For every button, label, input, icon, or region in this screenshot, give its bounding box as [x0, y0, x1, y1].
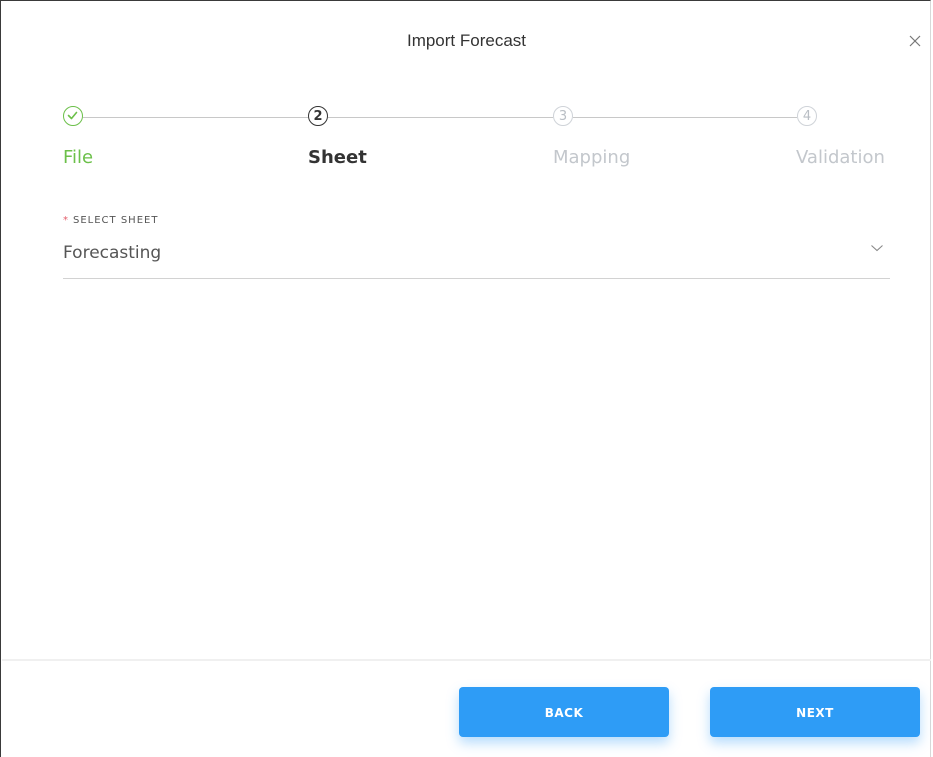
step-number-2: 2 — [308, 106, 328, 126]
step-label-file: File — [63, 147, 94, 168]
step-label-validation: Validation — [796, 147, 885, 168]
step-label-sheet: Sheet — [308, 147, 367, 168]
close-icon-glyph — [909, 35, 921, 47]
stepper-connector — [573, 117, 797, 118]
step-label-mapping: Mapping — [553, 147, 631, 168]
select-sheet-label: * SELECT SHEET — [63, 215, 890, 226]
select-sheet-label-text: SELECT SHEET — [73, 215, 159, 226]
select-sheet-value: Forecasting — [63, 243, 162, 263]
stepper: File 2 Sheet 3 Mapping 4 Validation — [63, 105, 890, 185]
import-forecast-dialog: Import Forecast File 2 Sheet 3 Mapping 4… — [0, 0, 931, 757]
step-number-4: 4 — [797, 106, 817, 126]
required-marker: * — [63, 215, 69, 226]
select-sheet-dropdown[interactable]: Forecasting — [63, 241, 890, 279]
stepper-connector — [328, 117, 553, 118]
footer-divider — [2, 659, 931, 661]
step-number-3: 3 — [553, 106, 573, 126]
select-sheet-field: * SELECT SHEET Forecasting — [63, 215, 890, 279]
chevron-down-icon[interactable] — [870, 243, 884, 253]
dialog-title: Import Forecast — [406, 31, 527, 50]
next-button[interactable]: NEXT — [710, 687, 920, 737]
check-icon — [63, 106, 83, 126]
back-button[interactable]: BACK — [459, 687, 669, 737]
stepper-connector — [83, 117, 308, 118]
close-icon[interactable] — [907, 33, 923, 49]
